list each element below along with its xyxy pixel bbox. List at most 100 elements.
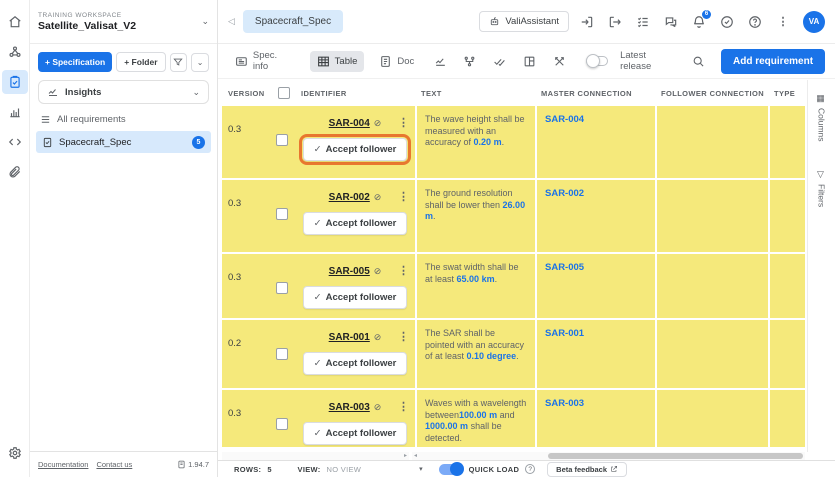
hierarchy-view-icon[interactable] bbox=[459, 50, 481, 72]
analyses-icon[interactable] bbox=[2, 100, 28, 124]
row-follower-connection bbox=[655, 254, 768, 318]
select-all-checkbox[interactable] bbox=[278, 87, 290, 99]
row-menu-icon[interactable]: ⋮ bbox=[398, 266, 409, 277]
kebab-menu-icon[interactable]: ⋮ bbox=[771, 10, 795, 34]
view-dropdown-caret-icon[interactable]: ▾ bbox=[419, 465, 423, 473]
doc-view-button[interactable]: Doc bbox=[372, 51, 421, 72]
row-identifier-cell: SAR-003 ⊘ ⋮ ✓ Accept follower bbox=[295, 390, 415, 447]
table-row[interactable]: 0.3 SAR-002 ⊘ ⋮ ✓ Accept follower The gr… bbox=[222, 180, 805, 254]
spec-info-button[interactable]: Spec. info bbox=[228, 46, 302, 76]
table-row[interactable]: 0.3 SAR-003 ⊘ ⋮ ✓ Accept follower Waves … bbox=[222, 390, 805, 449]
row-checkbox[interactable] bbox=[275, 348, 288, 360]
requirement-id-link[interactable]: SAR-002 bbox=[329, 192, 370, 203]
column-header-type[interactable]: TYPE bbox=[768, 89, 805, 98]
insights-panel[interactable]: Insights ⌄ bbox=[38, 80, 209, 104]
view-value[interactable]: NO VIEW bbox=[327, 465, 362, 474]
search-icon[interactable] bbox=[687, 50, 709, 72]
all-requirements-item[interactable]: All requirements bbox=[30, 104, 217, 129]
column-header-text[interactable]: TEXT bbox=[415, 89, 535, 98]
accept-follower-button[interactable]: ✓ Accept follower bbox=[302, 212, 408, 235]
requirement-id-link[interactable]: SAR-001 bbox=[329, 332, 370, 343]
contact-us-link[interactable]: Contact us bbox=[96, 460, 132, 469]
row-menu-icon[interactable]: ⋮ bbox=[398, 332, 409, 343]
row-select-cell bbox=[268, 320, 295, 388]
insights-view-icon[interactable] bbox=[429, 50, 451, 72]
add-folder-button[interactable]: + Folder bbox=[116, 52, 166, 72]
row-master-connection[interactable]: SAR-004 bbox=[535, 106, 655, 178]
accept-follower-button[interactable]: ✓ Accept follower bbox=[302, 286, 408, 309]
row-master-connection[interactable]: SAR-002 bbox=[535, 180, 655, 252]
avatar[interactable]: VA bbox=[803, 10, 825, 33]
home-icon[interactable] bbox=[2, 10, 28, 34]
row-select-cell bbox=[268, 254, 295, 318]
row-checkbox[interactable] bbox=[275, 418, 288, 430]
row-text: The swat width shall be at least 65.00 k… bbox=[415, 254, 535, 318]
accept-follower-button[interactable]: ✓ Accept follower bbox=[302, 352, 408, 375]
filter-icon[interactable] bbox=[169, 52, 188, 72]
requirement-id-link[interactable]: SAR-003 bbox=[329, 402, 370, 413]
tasks-checklist-icon[interactable] bbox=[631, 10, 655, 34]
filters-panel-button[interactable]: ▽ Filters bbox=[817, 170, 827, 207]
requirement-id-link[interactable]: SAR-005 bbox=[329, 266, 370, 277]
scroll-left-arrow-icon[interactable]: ◂ bbox=[414, 452, 417, 460]
more-options-icon[interactable]: ⌄ bbox=[191, 52, 209, 72]
import-icon[interactable] bbox=[575, 10, 599, 34]
table-footer-bar: ROWS: 5 VIEW: NO VIEW ▾ QUICK LOAD ? Bet… bbox=[218, 460, 835, 477]
export-icon[interactable] bbox=[603, 10, 627, 34]
add-requirement-button[interactable]: Add requirement bbox=[721, 48, 826, 74]
cross-links-icon[interactable] bbox=[548, 50, 570, 72]
table-side-panel: ▦ Columns ▽ Filters bbox=[807, 80, 835, 452]
row-master-connection[interactable]: SAR-003 bbox=[535, 390, 655, 447]
column-header-version[interactable]: VERSION bbox=[222, 89, 268, 98]
columns-panel-button[interactable]: ▦ Columns bbox=[817, 94, 827, 142]
scrollbar-thumb[interactable] bbox=[548, 453, 803, 459]
tab-spacecraft-spec[interactable]: Spacecraft_Spec bbox=[242, 10, 344, 33]
column-header-follower-connection[interactable]: FOLLOWER CONNECTION bbox=[655, 89, 768, 98]
row-master-connection[interactable]: SAR-005 bbox=[535, 254, 655, 318]
row-menu-icon[interactable]: ⋮ bbox=[398, 192, 409, 203]
table-row[interactable]: 0.3 SAR-004 ⊘ ⋮ ✓ Accept follower The wa… bbox=[222, 106, 805, 180]
row-master-connection[interactable]: SAR-001 bbox=[535, 320, 655, 388]
help-icon[interactable] bbox=[743, 10, 767, 34]
workspace-selector[interactable]: TRAINING WORKSPACE Satellite_Valisat_V2 … bbox=[30, 0, 217, 44]
documentation-link[interactable]: Documentation bbox=[38, 460, 88, 469]
status-check-icon[interactable] bbox=[715, 10, 739, 34]
row-checkbox[interactable] bbox=[275, 208, 288, 220]
column-header-identifier[interactable]: IDENTIFIER bbox=[295, 89, 415, 98]
row-checkbox[interactable] bbox=[275, 282, 288, 294]
quick-load-help-icon[interactable]: ? bbox=[525, 464, 536, 474]
board-view-icon[interactable] bbox=[519, 50, 541, 72]
beta-feedback-button[interactable]: Beta feedback bbox=[547, 461, 628, 477]
row-checkbox[interactable] bbox=[275, 134, 288, 146]
vali-assistant-button[interactable]: ValiAssistant bbox=[479, 11, 569, 32]
modules-icon[interactable] bbox=[2, 40, 28, 64]
settings-gear-icon[interactable] bbox=[2, 441, 28, 465]
row-menu-icon[interactable]: ⋮ bbox=[398, 118, 409, 129]
table-row[interactable]: 0.2 SAR-001 ⊘ ⋮ ✓ Accept follower The SA… bbox=[222, 320, 805, 390]
table-row[interactable]: 0.3 SAR-005 ⊘ ⋮ ✓ Accept follower The sw… bbox=[222, 254, 805, 320]
accept-follower-button-label: Accept follower bbox=[325, 358, 397, 369]
workspace-label: TRAINING WORKSPACE bbox=[38, 11, 122, 19]
accept-follower-button[interactable]: ✓ Accept follower bbox=[302, 422, 408, 445]
notifications-bell-icon[interactable]: 6 bbox=[687, 9, 711, 34]
table-view-button[interactable]: Table bbox=[309, 50, 365, 72]
verify-all-icon[interactable] bbox=[489, 50, 511, 72]
comments-icon[interactable] bbox=[659, 10, 683, 34]
scripting-icon[interactable] bbox=[2, 130, 28, 154]
requirements-icon[interactable] bbox=[1, 70, 28, 94]
row-version: 0.2 bbox=[228, 338, 242, 349]
column-header-master-connection[interactable]: MASTER CONNECTION bbox=[535, 89, 655, 98]
rows-label: ROWS: bbox=[234, 464, 262, 474]
latest-release-toggle[interactable] bbox=[586, 54, 609, 68]
accept-follower-button[interactable]: ✓ Accept follower bbox=[302, 138, 408, 161]
row-menu-icon[interactable]: ⋮ bbox=[398, 402, 409, 413]
requirement-id-link[interactable]: SAR-004 bbox=[329, 118, 370, 129]
add-specification-button[interactable]: + Specification bbox=[38, 52, 113, 72]
attachments-icon[interactable] bbox=[2, 160, 28, 184]
horizontal-scrollbar[interactable]: ▸ ◂ bbox=[222, 452, 805, 460]
scroll-right-arrow-icon[interactable]: ▸ bbox=[404, 452, 407, 460]
collapse-sidebar-icon[interactable]: ◁ bbox=[228, 16, 235, 27]
sidebar-item-spacecraft-spec[interactable]: Spacecraft_Spec 5 bbox=[36, 131, 211, 153]
row-text: The wave height shall be measured with a… bbox=[415, 106, 535, 178]
quick-load-toggle[interactable] bbox=[438, 462, 464, 476]
